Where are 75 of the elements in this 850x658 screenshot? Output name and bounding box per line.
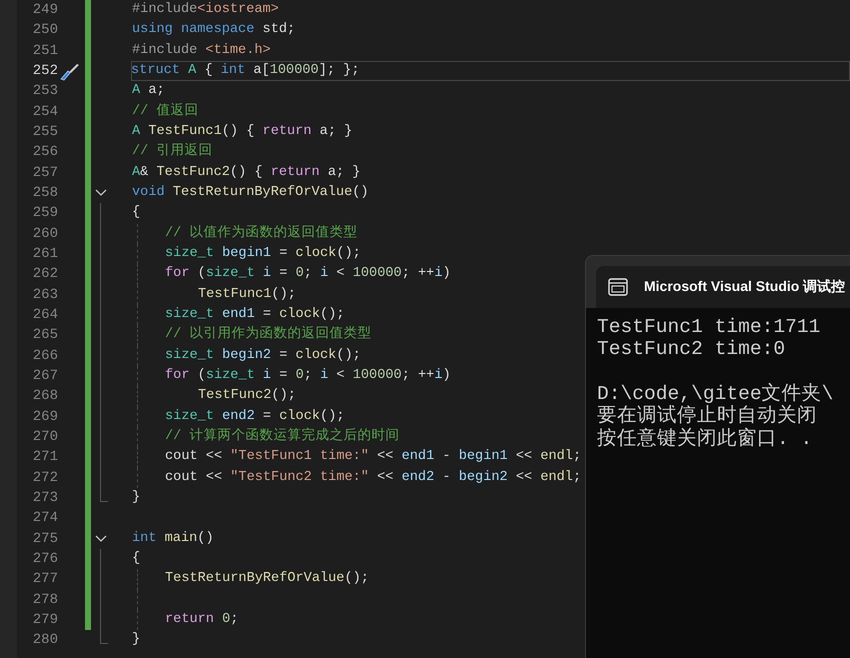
code-line: A TestFunc1() { return a; } [132, 122, 352, 141]
line-number: 258 [32, 184, 59, 203]
code-line: for (size_t i = 0; i < 100000; ++i) [165, 366, 451, 385]
line-number: 252 [32, 62, 59, 81]
console-title: Microsoft Visual Studio 调试控 [644, 277, 846, 296]
line-number: 278 [32, 590, 59, 610]
line-number: 259 [32, 204, 59, 224]
code-line: // 值返回 [132, 102, 198, 121]
code-line: // 引用返回 [132, 142, 212, 162]
line-number: 265 [32, 326, 59, 346]
code-line: size_t end1 = clock(); [165, 306, 345, 324]
console-output-line: TestFunc1 time:1711 [597, 316, 822, 338]
line-number: 261 [32, 244, 59, 264]
line-number: 276 [32, 550, 59, 569]
code-line: cout << "TestFunc2 time:" << end2 - begin2 << endl; [165, 468, 582, 487]
console-output-line: TestFunc2 time:0 [597, 338, 786, 360]
line-number: 257 [32, 164, 59, 183]
line-number: 269 [32, 408, 59, 427]
code-line: #include <time.h> [132, 42, 271, 60]
line-number: 272 [32, 468, 59, 488]
code-line: A a; [132, 82, 165, 100]
line-number: 268 [32, 387, 59, 406]
line-number: 254 [32, 102, 59, 122]
line-number: 262 [32, 265, 59, 284]
code-line: } [132, 631, 140, 650]
code-line: A& TestFunc2() { return a; } [132, 164, 360, 182]
code-line: size_t begin2 = clock(); [165, 346, 361, 365]
line-number: 274 [32, 509, 59, 528]
line-number: 263 [32, 286, 59, 305]
screwdriver-icon[interactable] [59, 61, 81, 82]
code-line: TestFunc2(); [198, 387, 296, 406]
line-number: 266 [32, 346, 59, 366]
line-number: 273 [32, 488, 59, 508]
code-line: } [132, 488, 140, 507]
console-output-line: D:\code,\gitee文件夹\ [597, 382, 834, 405]
code-line: int main() [132, 530, 214, 548]
line-number: 250 [32, 21, 59, 40]
line-number: 270 [32, 428, 59, 447]
code-line: TestReturnByRefOrValue(); [165, 570, 369, 588]
line-number: 271 [32, 448, 59, 468]
line-number: 279 [32, 610, 59, 630]
line-number: 256 [32, 143, 59, 162]
line-number: 275 [32, 530, 59, 549]
line-number: 267 [32, 366, 59, 386]
code-line: cout << "TestFunc1 time:" << end1 - begin1 << endl; [165, 448, 582, 466]
line-number: 280 [32, 631, 59, 650]
line-number: 251 [32, 42, 59, 61]
line-number: 255 [32, 122, 59, 142]
code-line: using namespace std; [132, 21, 296, 40]
code-line: void TestReturnByRefOrValue() [132, 184, 369, 202]
code-line: TestFunc1(); [198, 286, 296, 304]
line-number: 249 [32, 1, 59, 20]
line-number: 260 [32, 224, 59, 244]
fold-end-guide [100, 630, 108, 644]
console-output-line: 要在调试停止时自动关闭 [597, 405, 818, 428]
collapse-chevron-icon[interactable] [95, 189, 107, 198]
code-line: // 以值作为函数的返回值类型 [165, 224, 358, 243]
code-line: return 0; [165, 610, 238, 629]
code-line: // 计算两个函数运算完成之后的时间 [165, 426, 400, 446]
fold-end-guide [100, 488, 108, 502]
console-output-line: 按任意键关闭此窗口. . [597, 428, 814, 450]
code-line: { [132, 204, 140, 222]
line-number: 253 [32, 82, 59, 102]
code-line: size_t end2 = clock(); [165, 408, 345, 426]
code-line: // 以引用作为函数的返回值类型 [165, 325, 372, 344]
code-line: { [132, 550, 140, 568]
code-line: for (size_t i = 0; i < 100000; ++i) [165, 265, 451, 284]
line-number: 277 [32, 570, 59, 590]
code-line: size_t begin1 = clock(); [165, 244, 361, 263]
collapse-chevron-icon[interactable] [95, 534, 107, 543]
console-tab[interactable]: Microsoft Visual Studio 调试控 [596, 266, 850, 308]
code-line: #include<iostream> [132, 1, 279, 19]
line-number: 264 [32, 306, 59, 325]
code-line: struct A { int a[100000]; }; [131, 62, 360, 80]
terminal-icon [608, 278, 628, 296]
